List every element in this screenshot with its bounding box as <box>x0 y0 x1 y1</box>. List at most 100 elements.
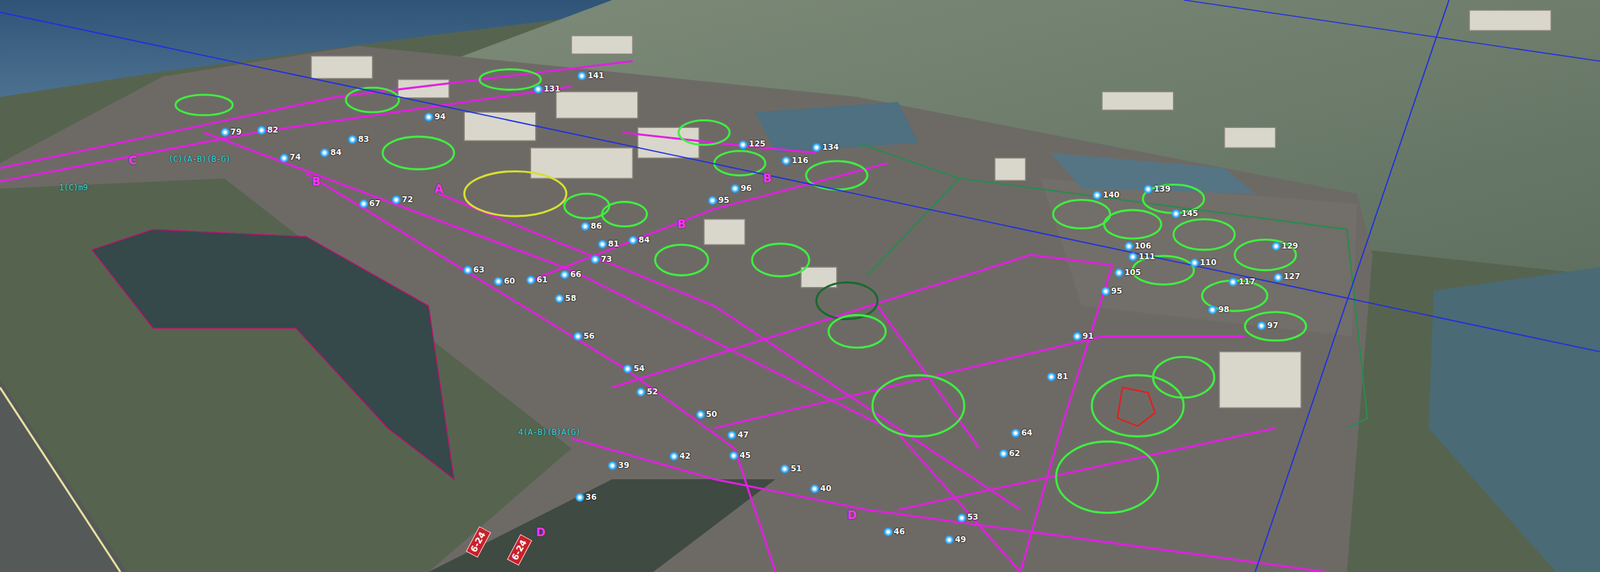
node-icon[interactable] <box>580 222 590 231</box>
node-marker[interactable]: 97 <box>1257 321 1279 331</box>
node-icon[interactable] <box>1273 273 1283 282</box>
node-marker[interactable]: 63 <box>463 265 485 275</box>
node-marker[interactable]: 129 <box>1271 242 1299 251</box>
node-icon[interactable] <box>554 294 564 304</box>
node-icon[interactable] <box>608 461 617 471</box>
node-marker[interactable]: 84 <box>320 148 342 158</box>
node-marker[interactable]: 134 <box>812 143 839 152</box>
node-icon[interactable] <box>257 125 266 135</box>
node-icon[interactable] <box>463 265 473 275</box>
node-marker[interactable]: 61 <box>526 275 548 285</box>
node-marker[interactable]: 140 <box>1092 190 1120 200</box>
node-marker[interactable]: 83 <box>348 135 370 144</box>
node-icon[interactable] <box>348 135 357 144</box>
node-icon[interactable] <box>533 84 543 94</box>
node-icon[interactable] <box>1124 242 1134 251</box>
node-marker[interactable]: 52 <box>636 387 658 397</box>
node-marker[interactable]: 82 <box>257 125 279 135</box>
node-icon[interactable] <box>590 255 600 264</box>
node-icon[interactable] <box>812 143 821 152</box>
node-icon[interactable] <box>944 535 954 545</box>
node-marker[interactable]: 145 <box>1171 209 1199 219</box>
node-icon[interactable] <box>999 449 1008 459</box>
node-icon[interactable] <box>220 127 230 137</box>
node-marker[interactable]: 110 <box>1190 258 1217 268</box>
node-marker[interactable]: 125 <box>738 139 766 149</box>
node-icon[interactable] <box>1208 305 1217 315</box>
node-icon[interactable] <box>1271 242 1281 251</box>
node-marker[interactable]: 53 <box>957 513 979 522</box>
node-marker[interactable]: 139 <box>1143 184 1171 194</box>
node-marker[interactable]: 60 <box>493 277 516 286</box>
node-icon[interactable] <box>810 484 819 494</box>
node-icon[interactable] <box>1228 277 1238 287</box>
node-marker[interactable]: 58 <box>554 294 577 304</box>
node-marker[interactable]: 117 <box>1228 277 1256 287</box>
node-marker[interactable]: 51 <box>780 464 802 474</box>
node-icon[interactable] <box>279 153 289 163</box>
node-marker[interactable]: 73 <box>590 255 613 264</box>
node-marker[interactable]: 91 <box>1072 332 1095 341</box>
node-marker[interactable]: 42 <box>669 452 691 461</box>
node-icon[interactable] <box>729 451 739 461</box>
node-icon[interactable] <box>780 464 790 474</box>
node-icon[interactable] <box>598 240 607 249</box>
node-icon[interactable] <box>573 332 583 341</box>
node-icon[interactable] <box>1171 209 1181 219</box>
node-marker[interactable]: 106 <box>1124 242 1152 251</box>
node-marker[interactable]: 127 <box>1273 272 1301 282</box>
node-icon[interactable] <box>560 270 569 280</box>
node-marker[interactable]: 79 <box>220 127 243 137</box>
node-icon[interactable] <box>623 364 632 374</box>
node-marker[interactable]: 62 <box>999 449 1021 459</box>
node-marker[interactable]: 81 <box>1046 372 1069 382</box>
node-icon[interactable] <box>1046 372 1056 382</box>
node-icon[interactable] <box>1257 321 1266 331</box>
node-icon[interactable] <box>526 275 536 285</box>
node-icon[interactable] <box>727 430 737 440</box>
node-marker[interactable]: 64 <box>1011 429 1033 438</box>
node-icon[interactable] <box>1011 429 1020 438</box>
node-icon[interactable] <box>696 410 705 420</box>
node-marker[interactable]: 95 <box>1101 287 1123 296</box>
node-icon[interactable] <box>577 71 587 81</box>
node-icon[interactable] <box>628 236 638 245</box>
node-marker[interactable]: 141 <box>577 71 605 81</box>
node-icon[interactable] <box>738 140 748 150</box>
node-marker[interactable]: 74 <box>279 153 302 162</box>
node-marker[interactable]: 54 <box>623 364 645 374</box>
node-icon[interactable] <box>1143 184 1153 194</box>
node-marker[interactable]: 94 <box>424 112 446 122</box>
node-marker[interactable]: 86 <box>580 222 603 231</box>
node-icon[interactable] <box>575 493 585 502</box>
node-icon[interactable] <box>1190 258 1199 268</box>
node-icon[interactable] <box>636 387 646 397</box>
node-marker[interactable]: 131 <box>533 84 561 94</box>
node-icon[interactable] <box>1101 287 1110 296</box>
node-marker[interactable]: 49 <box>944 535 967 545</box>
node-marker[interactable]: 40 <box>810 484 832 494</box>
node-marker[interactable]: 111 <box>1128 252 1156 262</box>
node-icon[interactable] <box>781 156 791 166</box>
node-marker[interactable]: 39 <box>608 461 630 471</box>
node-icon[interactable] <box>320 148 329 158</box>
node-icon[interactable] <box>883 527 893 537</box>
node-marker[interactable]: 47 <box>727 430 749 440</box>
scenery-viewport[interactable]: 7982748483941311411251341169695868481726… <box>0 0 1600 572</box>
node-icon[interactable] <box>359 199 369 209</box>
node-marker[interactable]: 72 <box>391 195 414 205</box>
node-icon[interactable] <box>730 184 740 193</box>
node-icon[interactable] <box>708 196 717 205</box>
node-icon[interactable] <box>1072 332 1082 341</box>
node-icon[interactable] <box>1092 190 1102 200</box>
node-marker[interactable]: 46 <box>883 527 906 537</box>
node-marker[interactable]: 96 <box>730 184 752 193</box>
node-marker[interactable]: 81 <box>598 240 620 249</box>
node-icon[interactable] <box>1128 252 1138 262</box>
node-marker[interactable]: 67 <box>359 199 381 209</box>
node-marker[interactable]: 36 <box>575 493 597 502</box>
node-marker[interactable]: 84 <box>628 236 650 245</box>
node-icon[interactable] <box>391 195 401 205</box>
node-icon[interactable] <box>424 112 433 122</box>
node-marker[interactable]: 66 <box>560 270 582 280</box>
